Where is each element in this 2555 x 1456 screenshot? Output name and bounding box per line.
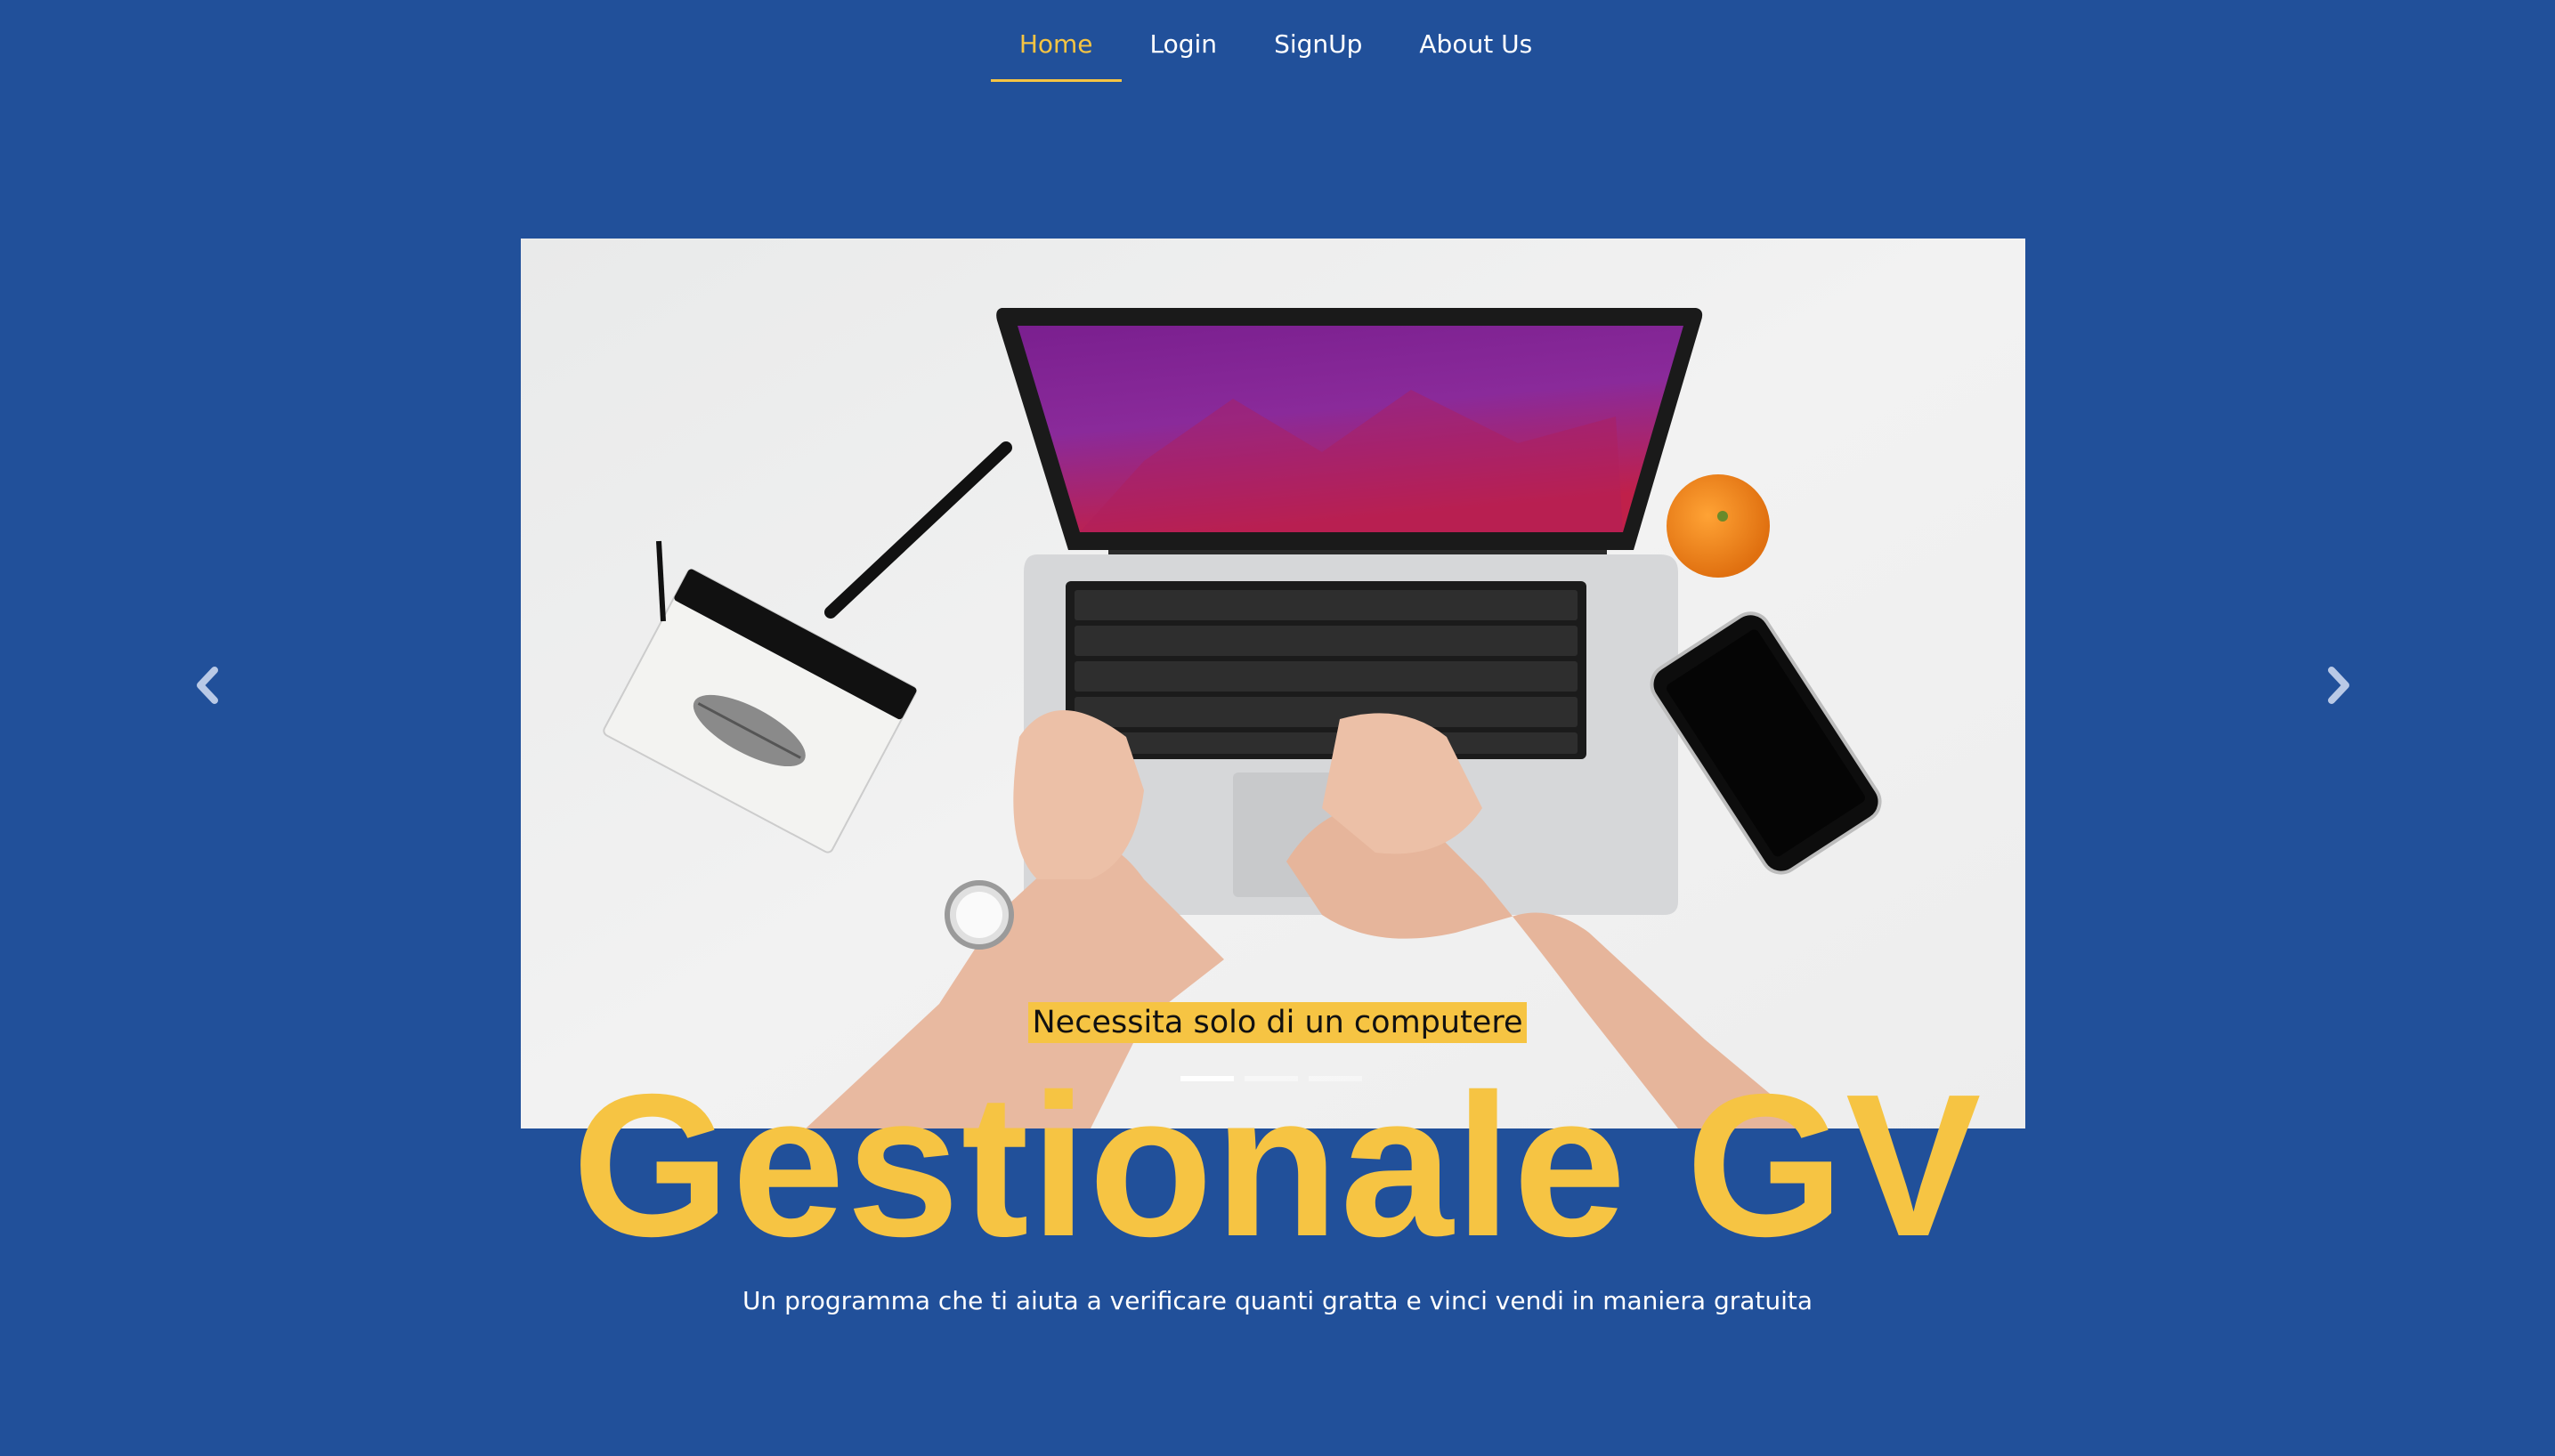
chevron-right-icon <box>2328 667 2349 704</box>
hero-title: Gestionale GV <box>572 1053 1983 1279</box>
hero-subtitle: Un programma che ti aiuta a verificare q… <box>742 1286 1813 1315</box>
carousel-caption: Necessita solo di un computere <box>0 1002 2555 1043</box>
laptop-desk-photo <box>521 239 2025 1128</box>
page: Home Login SignUp About Us Necessita sol… <box>0 0 2555 1456</box>
nav-links: Home Login SignUp About Us <box>990 0 1561 82</box>
nav-item-signup[interactable]: SignUp <box>1245 0 1391 82</box>
nav-item-login[interactable]: Login <box>1122 0 1246 82</box>
carousel-next-button[interactable] <box>2313 659 2366 712</box>
top-navbar: Home Login SignUp About Us <box>0 0 2555 82</box>
nav-item-home[interactable]: Home <box>990 0 1122 82</box>
chevron-left-icon <box>197 667 218 704</box>
carousel-slide-image <box>521 239 2025 1128</box>
nav-item-about-us[interactable]: About Us <box>1391 0 1561 82</box>
carousel-caption-text: Necessita solo di un computere <box>1028 1002 1527 1043</box>
carousel-prev-button[interactable] <box>180 659 233 712</box>
